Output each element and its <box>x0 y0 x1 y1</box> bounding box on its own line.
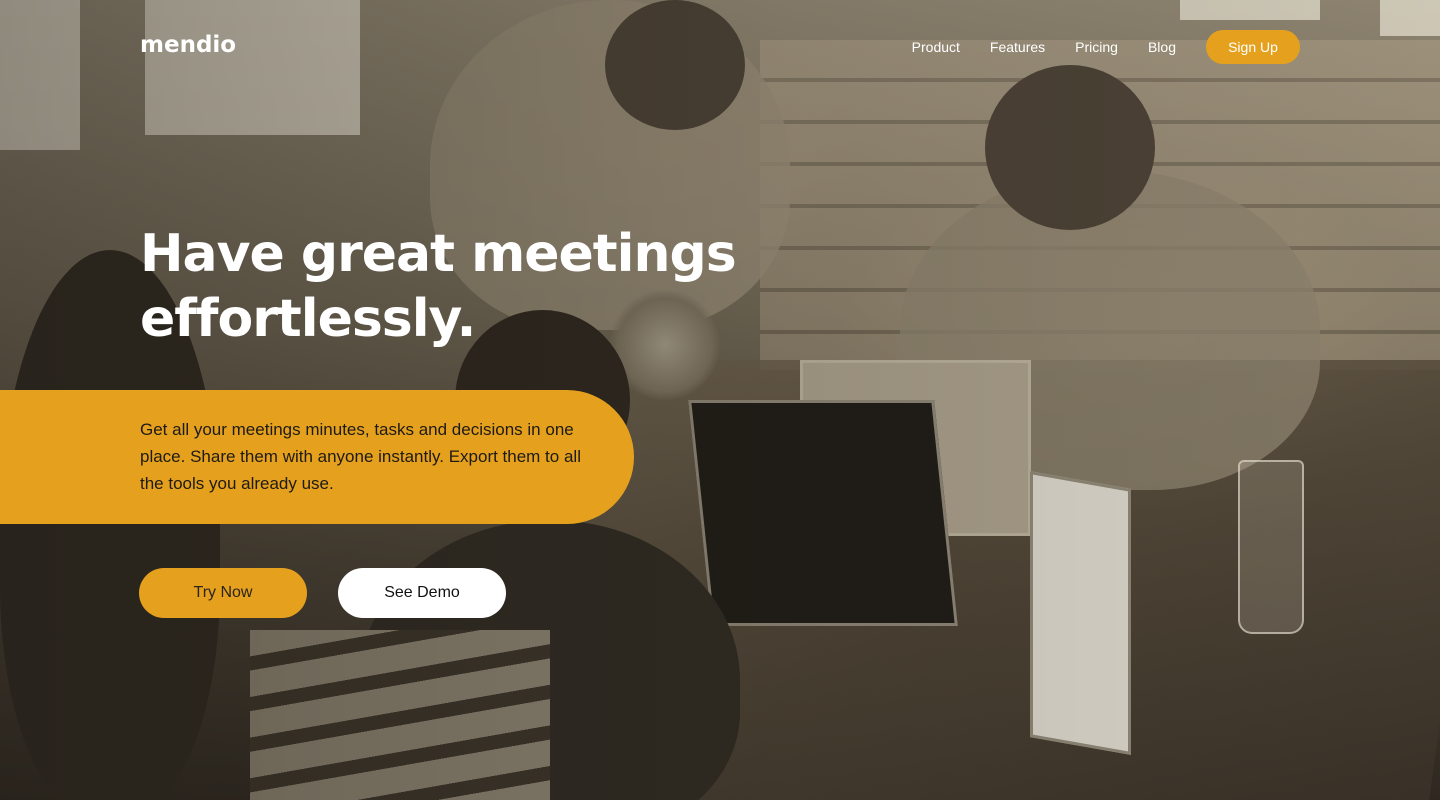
nav-link-blog[interactable]: Blog <box>1148 39 1176 55</box>
logo[interactable]: mendio <box>140 32 236 58</box>
nav-link-pricing[interactable]: Pricing <box>1075 39 1118 55</box>
nav-links: Product Features Pricing Blog Sign Up <box>882 30 1300 64</box>
see-demo-button[interactable]: See Demo <box>338 568 506 618</box>
nav-link-features[interactable]: Features <box>990 39 1045 55</box>
top-nav: mendio Product Features Pricing Blog Sig… <box>140 30 1300 64</box>
hero-headline: Have great meetings effortlessly. <box>140 222 780 352</box>
try-now-button[interactable]: Try Now <box>139 568 307 618</box>
sign-up-button[interactable]: Sign Up <box>1206 30 1300 64</box>
hero-description: Get all your meetings minutes, tasks and… <box>140 420 581 493</box>
headline-line-2: effortlessly. <box>140 289 476 349</box>
headline-line-1: Have great meetings <box>140 224 737 284</box>
nav-link-product[interactable]: Product <box>912 39 960 55</box>
